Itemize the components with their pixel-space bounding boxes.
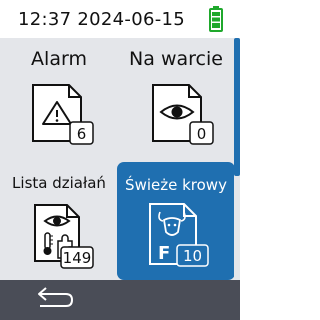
tile-label: Świeże krowy <box>125 176 227 194</box>
fresh-cows-icon: F 10 <box>149 203 209 267</box>
tile-label: Na warcie <box>129 48 223 70</box>
svg-text:F: F <box>158 243 170 264</box>
tile-na-warcie[interactable]: Na warcie 0 <box>117 38 235 156</box>
back-arrow-icon <box>38 287 74 307</box>
clock-time: 12:37 <box>18 9 72 30</box>
tile-label: Lista działań <box>12 174 106 192</box>
tile-count: 149 <box>63 249 92 267</box>
alarm-warning-icon: 6 <box>32 84 94 145</box>
watch-eye-icon: 0 <box>152 84 214 145</box>
back-button[interactable] <box>26 284 78 316</box>
scrollbar[interactable] <box>234 38 240 280</box>
tile-count: 10 <box>183 247 202 265</box>
clock: 12:37 2024-06-15 <box>18 9 185 30</box>
status-bar: 12:37 2024-06-15 <box>0 0 240 38</box>
clock-date: 2024-06-15 <box>77 9 186 30</box>
tile-label: Alarm <box>31 48 87 70</box>
tile-swieze-krowy[interactable]: Świeże krowy F 10 <box>117 162 235 280</box>
tile-grid: Alarm 6 Na warcie 0 Lista działań 149 Św… <box>0 38 240 280</box>
tile-count: 0 <box>197 125 207 143</box>
action-list-icon: 149 <box>34 204 94 269</box>
tile-alarm[interactable]: Alarm 6 <box>0 38 118 156</box>
scrollbar-thumb[interactable] <box>234 38 240 176</box>
battery-full-icon <box>209 6 223 32</box>
tile-lista-dzialan[interactable]: Lista działań 149 <box>0 160 118 278</box>
bottom-bar <box>0 280 240 320</box>
tile-count: 6 <box>77 125 87 143</box>
